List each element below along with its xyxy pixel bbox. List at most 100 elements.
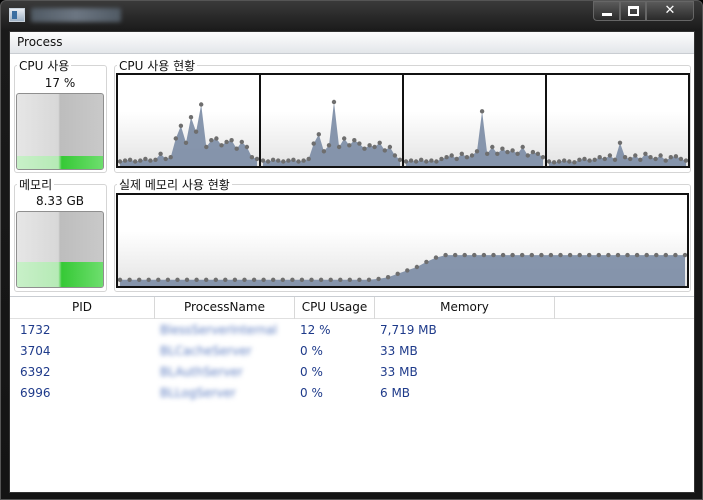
cpu-core-2-point [276,158,281,163]
cpu-core-1-point [219,143,224,148]
menu-process[interactable]: Process [17,35,63,49]
cpu-core-4-point [572,160,577,165]
memory-point [682,252,687,258]
title-bar[interactable]: ✕ [1,1,702,31]
cpu-core-2-point [306,156,311,162]
cpu-core-graph-3 [402,73,547,168]
close-button[interactable]: ✕ [646,1,694,21]
memory-point [414,264,420,270]
column-header-processname[interactable]: ProcessName [155,297,295,319]
memory-point [280,277,285,282]
cpu-core-3-point [505,149,510,155]
table-row[interactable]: 3704 BLCacheServer 0 % 33 MB [10,341,694,362]
cell-cpu-usage: 12 % [300,323,331,337]
cpu-core-1-point [158,151,163,156]
cpu-core-2-point [336,144,342,150]
cpu-core-graph-2 [259,73,404,168]
memory-point [184,277,190,282]
column-header-pid[interactable]: PID [10,297,155,319]
memory-point [376,276,381,282]
cpu-core-2-point [281,159,286,164]
memory-point [232,277,238,282]
memory-point [529,252,534,258]
memory-point [299,277,305,282]
cpu-core-4-point [587,158,592,163]
cpu-core-1-point [143,156,148,162]
cpu-core-3-point [525,153,530,158]
memory-point [338,277,343,282]
cpu-core-2-point [357,141,362,146]
cpu-core-2-point [331,99,337,105]
cpu-core-1-chart [118,102,259,166]
memory-point [481,252,487,258]
cpu-history-label: CPU 사용 현황 [117,59,198,73]
memory-point [433,255,439,260]
cpu-core-1-point [193,129,199,134]
table-row[interactable]: 6392 BLAuthServer 0 % 33 MB [10,362,694,383]
cpu-core-1-point [204,144,209,150]
cell-pid: 3704 [20,344,51,358]
memory-history-graph [116,193,689,288]
cpu-core-3-point [464,155,470,160]
memory-point [453,252,458,258]
cpu-core-3-point [429,158,434,163]
memory-point [654,252,659,258]
memory-point [194,277,199,282]
cpu-core-3-point [535,151,541,156]
cpu-core-3-point [479,109,485,114]
cpu-core-2-point [392,153,398,158]
cpu-core-4-point [622,155,628,160]
memory-point [673,252,678,258]
cpu-core-4-point [663,158,668,163]
memory-point [309,277,314,282]
cpu-core-3-point [500,146,505,151]
cpu-core-2-point [347,143,352,148]
cpu-core-1-point [178,123,184,128]
cpu-core-2-point [286,158,291,163]
cpu-core-1-point [153,157,158,162]
table-row[interactable]: 6996 BLLogServer 0 % 6 MB [10,383,694,404]
memory-point [213,277,218,282]
column-header-memory[interactable]: Memory [375,297,555,319]
memory-meter-fill [17,262,103,287]
cpu-core-4-point [562,158,567,163]
cpu-core-2-point [296,159,301,164]
cpu-core-1-point [163,156,168,162]
cpu-core-3-point [434,159,439,164]
cpu-core-3-point [469,153,475,158]
cpu-core-1-point [173,136,178,141]
cpu-core-4-point [547,159,552,164]
cpu-core-1-point [118,159,123,164]
cpu-core-1-point [168,155,173,160]
close-icon: ✕ [664,3,676,18]
memory-point [251,277,257,282]
cpu-core-4-point [628,156,633,162]
cpu-core-2-point [311,141,316,146]
cpu-core-2-point [362,146,367,151]
cpu-core-2-point [270,157,276,162]
maximize-button[interactable] [620,1,646,21]
memory-point [587,252,592,258]
memory-point [510,252,515,258]
memory-point [328,277,333,282]
memory-point [462,252,467,258]
cpu-core-3-point [454,156,459,162]
memory-point [567,252,573,258]
cpu-core-1-point [239,139,244,145]
cpu-core-3-point [419,157,424,162]
minimize-button[interactable] [593,1,620,21]
table-row[interactable]: 1732 BlessServerInternal 12 % 7,719 MB [10,320,694,341]
memory-point [366,277,372,282]
cpu-core-1-point [127,157,133,162]
memory-point [118,277,123,282]
memory-point [385,275,391,280]
cpu-core-4-point [648,155,653,160]
cell-cpu-usage: 0 % [300,365,323,379]
cell-process-name: BLAuthServer [160,365,243,379]
cpu-core-2-point [352,138,357,143]
memory-point [165,277,171,282]
cpu-core-2-area [263,102,400,166]
cpu-core-3-point [439,156,444,162]
memory-point [424,259,429,265]
column-header-cpu-usage[interactable]: CPU Usage [295,297,375,319]
